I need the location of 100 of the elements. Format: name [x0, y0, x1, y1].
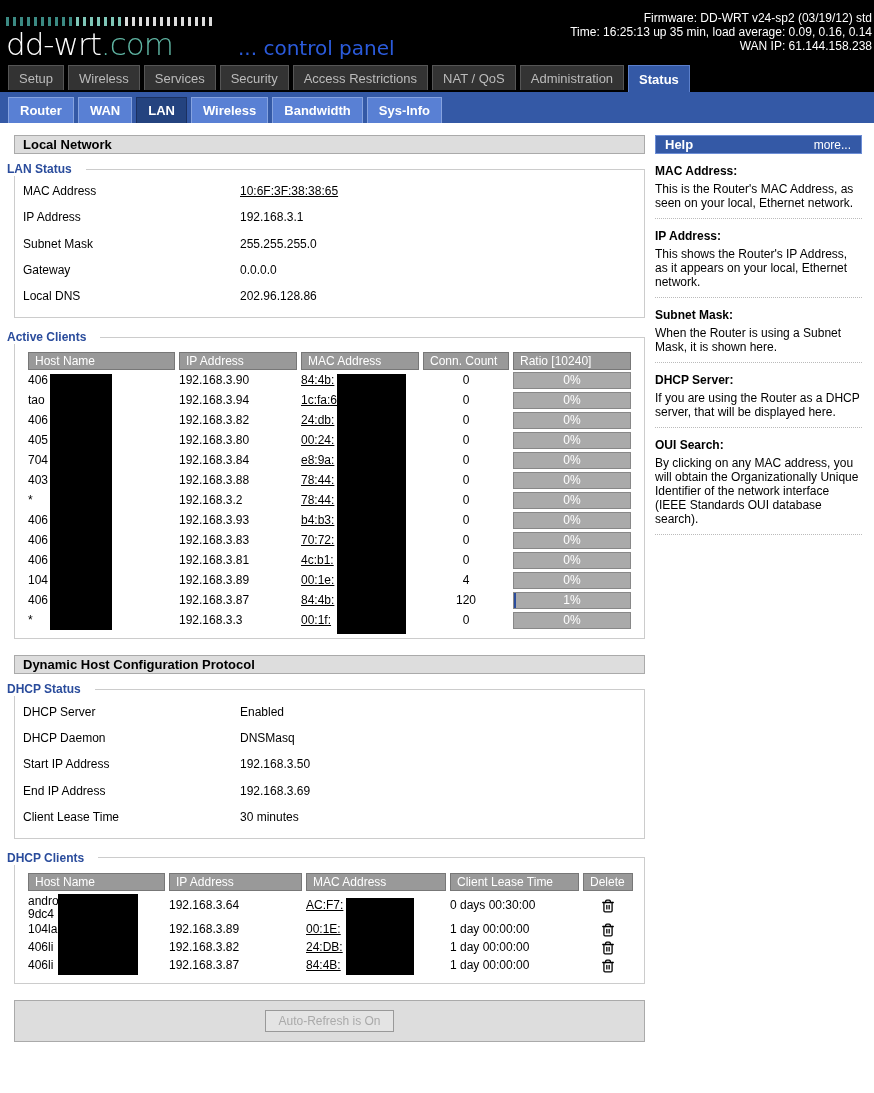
table-cell: 0 [462, 394, 470, 407]
table-cell: 120 [456, 594, 476, 607]
mac-address-link[interactable]: e8:9a: [301, 454, 335, 467]
field-value: 30 minutes [240, 809, 299, 824]
column-header: IP Address [169, 872, 302, 891]
column-header: MAC Address [301, 352, 419, 371]
mac-address-link[interactable]: 24:DB: [306, 941, 343, 955]
table-cell: 192.168.3.81 [179, 554, 250, 567]
table-cell: 104 [28, 574, 49, 587]
nav-tab[interactable]: Security [219, 65, 289, 90]
table-cell: 192.168.3.89 [169, 923, 240, 937]
table-cell: 0 [462, 534, 470, 547]
mac-address-link[interactable]: AC:F7: [306, 899, 344, 913]
table-cell: 406 [28, 534, 49, 547]
table-cell: 406 [28, 514, 49, 527]
help-title: Help [665, 137, 694, 152]
help-text: By clicking on any MAC address, you will obtain the Organizationally Unique Identifier of the network interface (IEEE Standards OUI database search). [655, 456, 860, 526]
mac-address-link[interactable]: 00:1E: [306, 923, 341, 937]
field-value: 202.96.128.86 [240, 289, 317, 304]
column-header: Client Lease Time [450, 872, 579, 891]
field-value: 192.168.3.1 [240, 210, 304, 225]
help-text: When the Router is using a Subnet Mask, it is shown here. [655, 326, 843, 354]
mac-address-link[interactable]: 4c:b1: [301, 554, 334, 567]
ratio-value: 0% [563, 574, 581, 587]
column-header: Conn. Count [423, 352, 509, 371]
status-info: Time: 16:25:13 up 35 min, load average: 0.09, 0.16, 0.14 [570, 25, 872, 39]
table-cell: 0 [462, 614, 470, 627]
more-link[interactable]: more... [813, 137, 851, 152]
table-cell: 192.168.3.89 [179, 574, 250, 587]
mac-address-link[interactable]: 00:1f: [301, 614, 332, 627]
field-value: 192.168.3.69 [240, 783, 311, 798]
sub-tab[interactable]: Wireless [190, 97, 269, 123]
help-text: This is the Router's MAC Address, as seen on your local, Ethernet network. [655, 182, 855, 210]
mac-address-link[interactable]: 84:4b: [301, 594, 335, 607]
help-heading: DHCP Server: [655, 373, 735, 387]
status-info: Firmware: DD-WRT v24-sp2 (03/19/12) std [642, 11, 872, 25]
table-cell: 0 days 00:30:00 [450, 899, 536, 913]
tagline: ... control panel [238, 38, 395, 60]
field-label: IP Address [23, 210, 82, 225]
sub-tab[interactable]: LAN [136, 97, 187, 123]
sub-tab[interactable]: Bandwidth [272, 97, 363, 123]
nav-tab[interactable]: Wireless [68, 65, 140, 90]
nav-tab[interactable]: Status [628, 65, 690, 92]
mac-address-link[interactable]: 24:db: [301, 414, 335, 427]
table-cell: 0 [462, 414, 470, 427]
ratio-value: 0% [563, 474, 581, 487]
delete-icon[interactable] [601, 958, 615, 973]
mac-address-link[interactable]: 10:6F:3F:38:38:65 [240, 184, 339, 199]
table-cell: 0 [462, 434, 470, 447]
table-cell: 192.168.3.90 [179, 374, 250, 387]
mac-address-link[interactable]: b4:b3: [301, 514, 335, 527]
mac-address-link[interactable]: 00:24: [301, 434, 335, 447]
table-cell: 0 [462, 554, 470, 567]
nav-tab[interactable]: Access Restrictions [292, 65, 429, 90]
field-label: Gateway [23, 263, 72, 278]
ratio-value: 0% [563, 374, 581, 387]
status-info: WAN IP: 61.144.158.238 [738, 39, 872, 53]
sub-tab[interactable]: Sys-Info [366, 97, 443, 123]
field-label: Subnet Mask [23, 236, 95, 251]
nav-tab[interactable]: Services [143, 65, 216, 90]
panel-legend: Active Clients [7, 330, 101, 345]
ratio-value: 0% [563, 414, 581, 427]
mac-address-link[interactable]: 00:1e: [301, 574, 335, 587]
table-cell: 192.168.3.84 [179, 454, 250, 467]
column-header: Delete [583, 872, 633, 891]
table-cell: * [28, 494, 33, 507]
mac-address-link[interactable]: 78:44: [301, 494, 335, 507]
sub-tab[interactable]: Router [8, 97, 74, 123]
table-cell: 192.168.3.82 [179, 414, 250, 427]
table-cell: 192.168.3.3 [179, 614, 243, 627]
nav-tab[interactable]: NAT / QoS [432, 65, 516, 90]
table-cell: 0 [462, 494, 470, 507]
mac-address-link[interactable]: 84:4B: [306, 959, 341, 973]
nav-tab[interactable]: Setup [8, 65, 64, 90]
delete-icon[interactable] [601, 898, 615, 913]
sub-tab[interactable]: WAN [77, 97, 133, 123]
ratio-value: 0% [563, 454, 581, 467]
field-label: End IP Address [23, 783, 107, 798]
table-cell: 192.168.3.82 [169, 941, 240, 955]
mac-address-link[interactable]: 84:4b: [301, 374, 335, 387]
ratio-value: 0% [563, 494, 581, 507]
field-value: DNSMasq [240, 730, 295, 745]
mac-address-link[interactable]: 70:72: [301, 534, 335, 547]
nav-tab[interactable]: Administration [519, 65, 625, 90]
help-heading: MAC Address: [655, 164, 739, 178]
delete-icon[interactable] [601, 940, 615, 955]
table-cell: 406li [28, 941, 54, 955]
field-value: 0.0.0.0 [240, 263, 277, 278]
field-value: 192.168.3.50 [240, 757, 311, 772]
field-label: Client Lease Time [23, 809, 121, 824]
table-cell: 406 [28, 374, 49, 387]
table-cell: 1 day 00:00:00 [450, 959, 530, 973]
panel-legend: DHCP Status [7, 682, 95, 697]
mac-address-link[interactable]: 78:44: [301, 474, 335, 487]
table-cell: 4 [462, 574, 470, 587]
column-header: IP Address [179, 352, 297, 371]
delete-icon[interactable] [601, 922, 615, 937]
ratio-value: 1% [563, 594, 581, 607]
ratio-value: 0% [563, 394, 581, 407]
mac-address-link[interactable]: 1c:fa:6 [301, 394, 338, 407]
